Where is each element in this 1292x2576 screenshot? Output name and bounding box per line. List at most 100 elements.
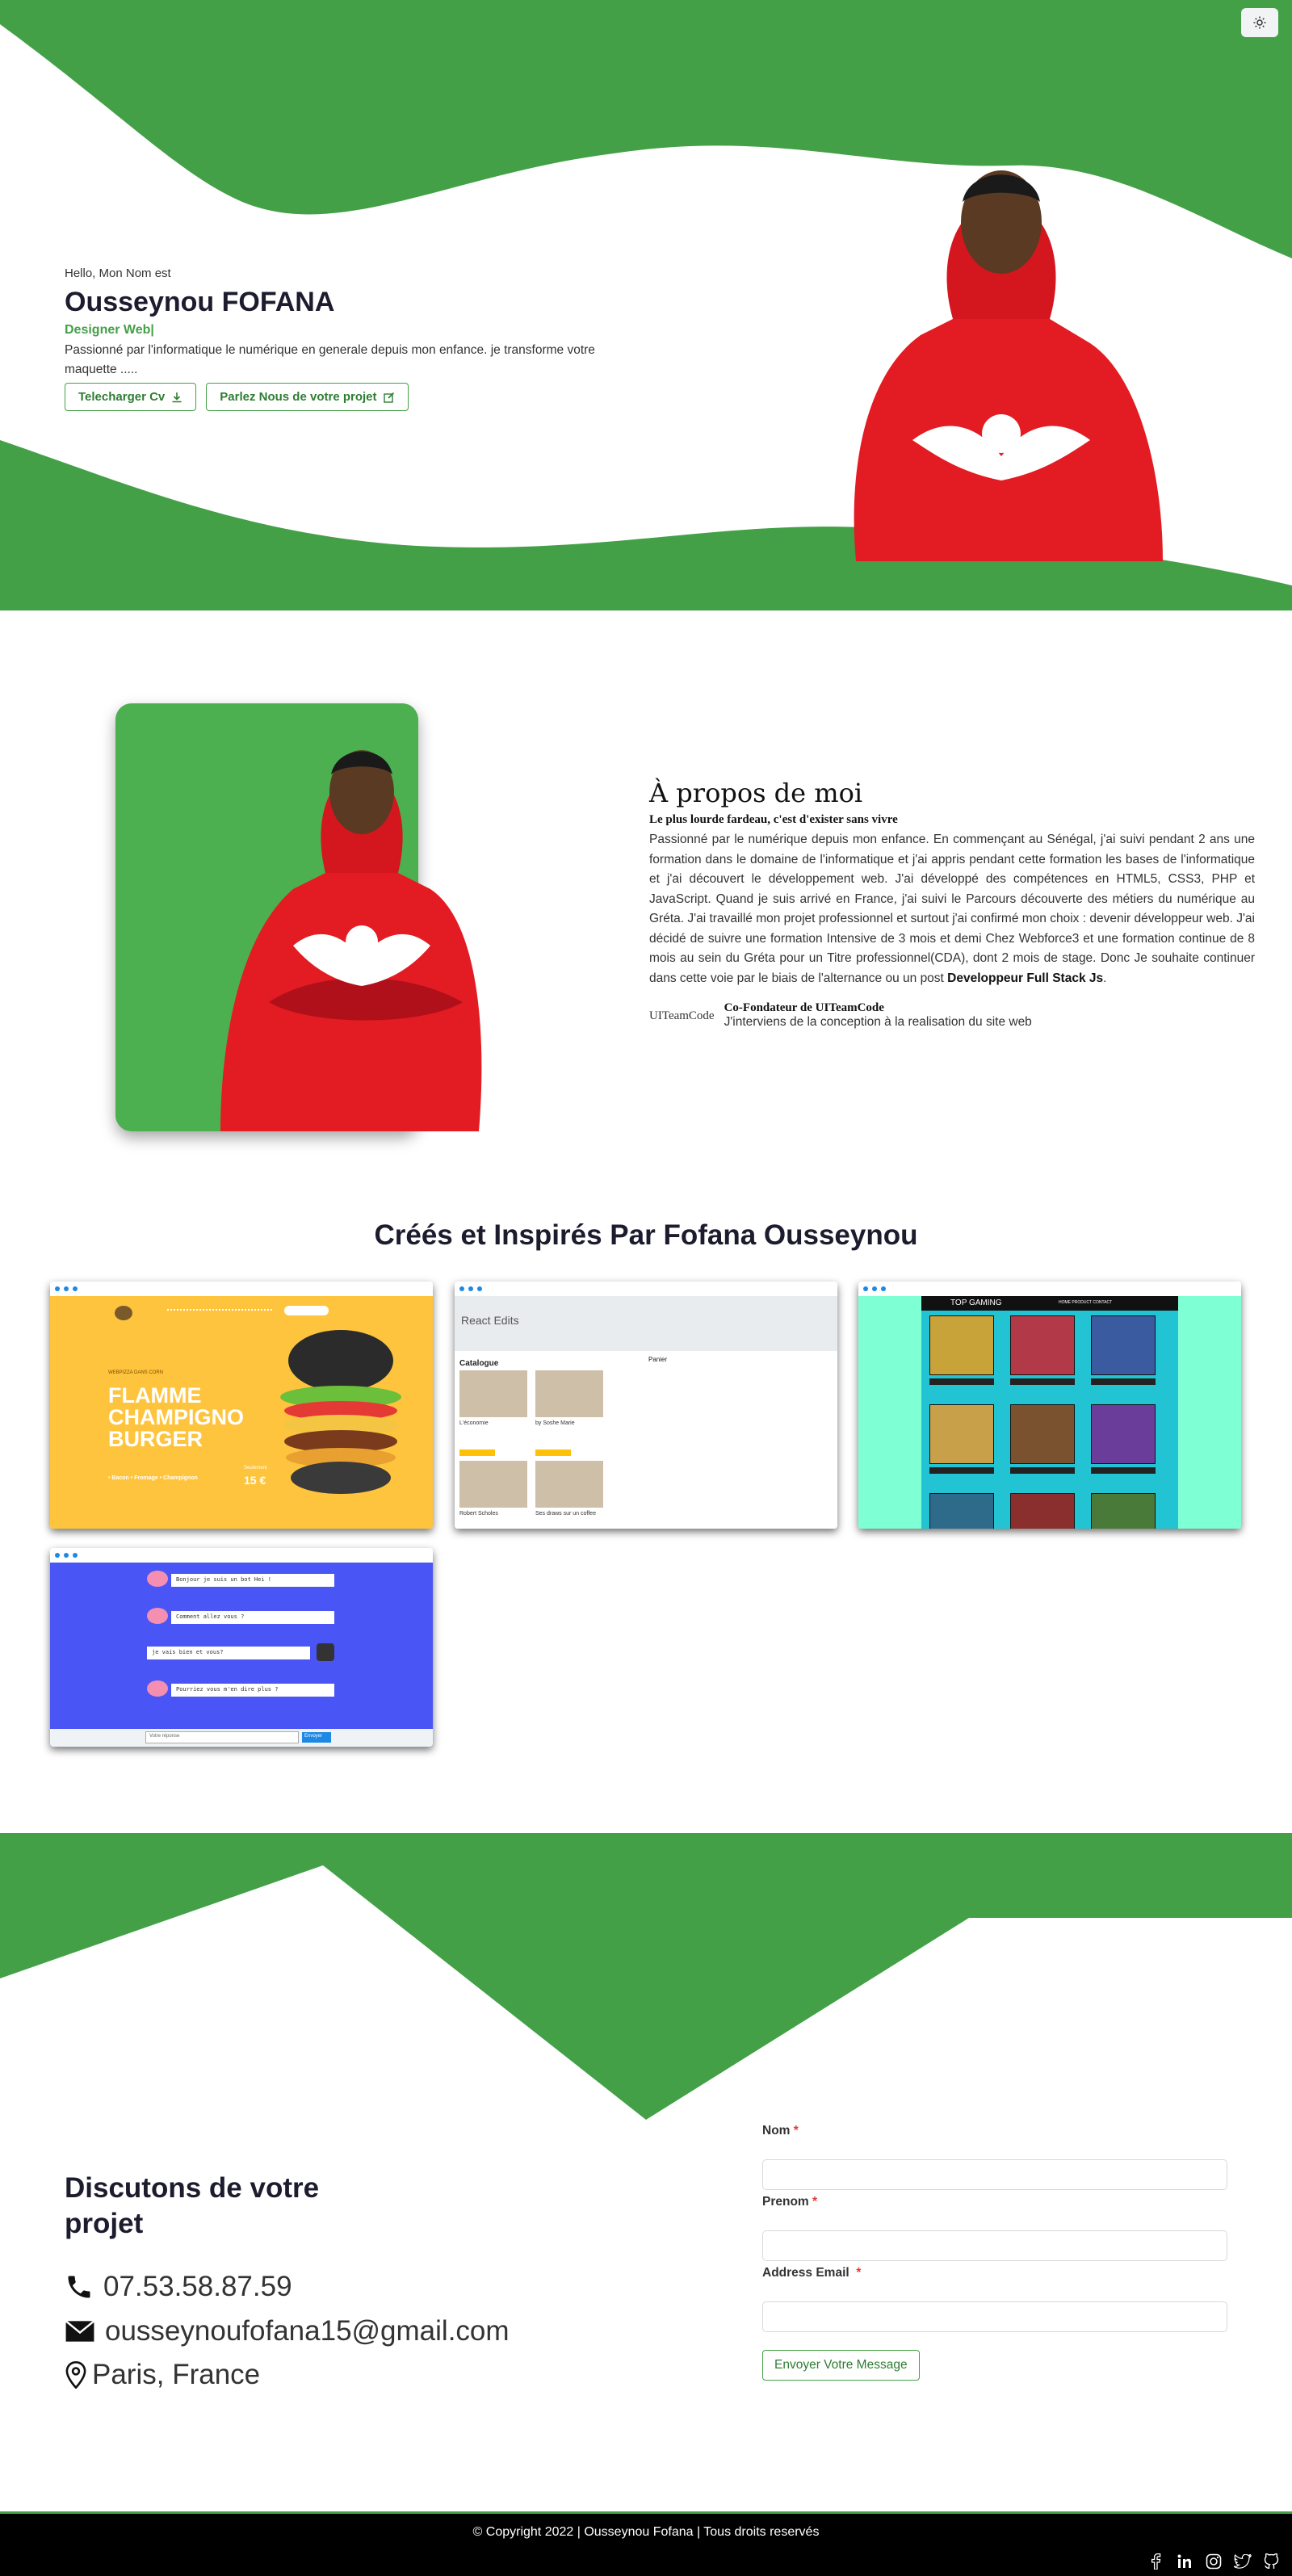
twitter-icon[interactable] — [1234, 2553, 1252, 2570]
chat-input-bar: Votre réponse Envoyer — [50, 1729, 433, 1747]
burger-price-label: Seulement — [244, 1466, 267, 1471]
react-item: L'économie — [459, 1420, 489, 1426]
burger-price: 15 € — [244, 1474, 266, 1487]
facebook-icon[interactable] — [1147, 2553, 1164, 2570]
burger-image — [280, 1330, 401, 1494]
linkedin-icon[interactable] — [1176, 2553, 1193, 2570]
cofounder-desc: J'interviens de la conception à la reali… — [724, 1015, 1032, 1029]
game-cover — [1010, 1493, 1075, 1529]
download-icon — [172, 392, 182, 402]
burger-tagline: WEBPIZZA DANS CORN — [108, 1370, 164, 1375]
project-card-react-edits[interactable]: React Edits Catalogue Panier L'économie … — [455, 1282, 837, 1529]
game-cover — [1091, 1493, 1156, 1529]
github-icon[interactable] — [1263, 2553, 1281, 2570]
card-window-bar — [50, 1548, 433, 1563]
contact-location-text: Paris, France — [92, 2359, 261, 2390]
about-body: Passionné par le numérique depuis mon en… — [649, 833, 1255, 985]
mail-icon — [65, 2320, 95, 2342]
hero-role: Designer Web| — [65, 323, 154, 337]
nom-input[interactable] — [762, 2159, 1227, 2190]
project-card-top-gaming[interactable]: TOP GAMING HOME PRODUCT CONTACT — [858, 1282, 1241, 1529]
contact-location: Paris, France — [65, 2359, 260, 2391]
map-pin-icon — [65, 2361, 86, 2389]
hero-greeting: Hello, Mon Nom est — [65, 266, 171, 280]
gaming-title: TOP GAMING — [950, 1298, 1002, 1307]
project-card-burger[interactable]: WEBPIZZA DANS CORN FLAMME CHAMPIGNO BURG… — [50, 1282, 433, 1529]
sun-icon — [1253, 16, 1266, 29]
react-add-button — [535, 1450, 571, 1456]
about-body-strong: Developpeur Full Stack Js — [947, 971, 1104, 985]
email-input[interactable] — [762, 2301, 1227, 2332]
react-book-image — [535, 1370, 603, 1417]
copyright: © Copyright 2022 | Ousseynou Fofana | To… — [472, 2525, 820, 2539]
card-window-bar — [455, 1282, 837, 1296]
contact-phone: 07.53.58.87.59 — [65, 2271, 292, 2303]
burger-logo — [115, 1306, 132, 1320]
react-add-button — [459, 1450, 495, 1456]
burger-headline: FLAMME CHAMPIGNO BURGER — [108, 1383, 244, 1451]
download-cv-button[interactable]: Telecharger Cv — [65, 383, 197, 411]
game-cover — [929, 1493, 994, 1529]
edit-icon — [383, 392, 394, 403]
project-card-chatbot[interactable]: Bonjour je suis un bot Hei ! Comment all… — [50, 1548, 433, 1747]
cofounder-block: UITeamCode Co-Fondateur de UITeamCode J'… — [649, 1001, 1255, 1030]
cofounder-title: Co-Fondateur de UITeamCode — [724, 1001, 884, 1014]
uiteamcode-logo: UITeamCode — [649, 1009, 715, 1022]
card-window-bar — [858, 1282, 1241, 1296]
phone-icon — [68, 2276, 90, 2298]
send-message-button[interactable]: Envoyer Votre Message — [762, 2350, 920, 2381]
react-book-image — [459, 1370, 527, 1417]
contact-title: Discutons de votre projet — [65, 2172, 320, 2239]
react-item: Ses draws sur un coffee — [535, 1511, 596, 1517]
user-avatar — [317, 1643, 334, 1661]
theme-toggle-button[interactable] — [1241, 8, 1278, 37]
hero-section: Hello, Mon Nom est Ousseynou FOFANA Desi… — [0, 0, 1292, 610]
chat-send-button: Envoyer — [302, 1732, 331, 1743]
contact-email: ousseynoufofana15@gmail.com — [65, 2315, 510, 2347]
chat-message: Bonjour je suis un bot Hei ! — [171, 1574, 334, 1587]
react-panier: Panier — [648, 1356, 668, 1363]
game-buy-button — [929, 1467, 994, 1474]
chat-input: Votre réponse — [145, 1731, 299, 1743]
contact-phone-text: 07.53.58.87.59 — [103, 2271, 292, 2302]
chat-message: je vais bien et vous? — [147, 1647, 310, 1659]
gaming-nav: HOME PRODUCT CONTACT — [1059, 1300, 1113, 1305]
react-item: Robert Scholes — [459, 1511, 498, 1517]
about-subtitle: Le plus lourde fardeau, c'est d'exister … — [649, 813, 898, 826]
game-cover — [1010, 1315, 1075, 1375]
hero-text: Hello, Mon Nom est Ousseynou FOFANA Desi… — [65, 266, 630, 411]
talk-project-button[interactable]: Parlez Nous de votre projet — [206, 383, 409, 411]
instagram-icon[interactable] — [1205, 2553, 1223, 2570]
talk-project-label: Parlez Nous de votre projet — [220, 390, 377, 404]
label-prenom: Prenom * — [762, 2195, 818, 2209]
react-book-image — [535, 1461, 603, 1508]
bot-avatar — [147, 1680, 168, 1697]
react-title: React Edits — [461, 1314, 519, 1327]
social-links — [1147, 2553, 1281, 2570]
burger-nav — [167, 1309, 272, 1312]
label-nom: Nom * — [762, 2124, 799, 2138]
game-buy-button — [929, 1378, 994, 1385]
game-cover — [1091, 1315, 1156, 1375]
hero-portrait — [854, 170, 1163, 561]
about-portrait — [220, 750, 482, 1131]
bot-avatar — [147, 1608, 168, 1624]
game-cover — [929, 1404, 994, 1464]
label-email: Address Email * — [762, 2266, 862, 2280]
react-item: by Soshe Marie — [535, 1420, 575, 1426]
bot-avatar — [147, 1571, 168, 1587]
react-header: React Edits — [455, 1296, 837, 1351]
game-buy-button — [1010, 1467, 1075, 1474]
chat-message: Comment allez vous ? — [171, 1611, 334, 1624]
gaming-navbar: TOP GAMING HOME PRODUCT CONTACT — [921, 1296, 1178, 1311]
react-book-image — [459, 1461, 527, 1508]
burger-nav-button — [284, 1306, 329, 1315]
game-cover — [929, 1315, 994, 1375]
about-title: À propos de moi — [649, 778, 863, 808]
game-cover — [1010, 1404, 1075, 1464]
game-buy-button — [1091, 1378, 1156, 1385]
prenom-input[interactable] — [762, 2230, 1227, 2261]
game-buy-button — [1010, 1378, 1075, 1385]
hero-intro: Passionné par l'informatique le numériqu… — [65, 343, 595, 376]
game-cover — [1091, 1404, 1156, 1464]
